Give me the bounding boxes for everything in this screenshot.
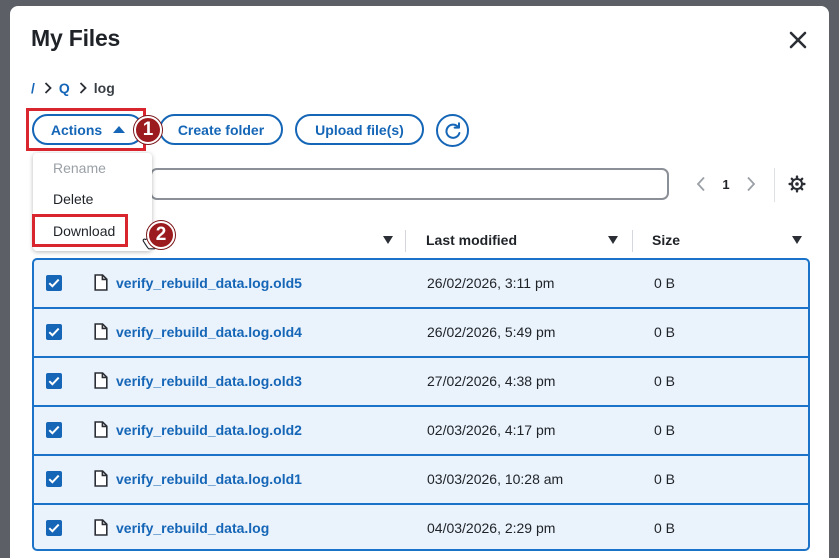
- size-cell: 0 B: [654, 422, 676, 438]
- row-checkbox[interactable]: [46, 471, 62, 487]
- last-modified-cell: 03/03/2026, 10:28 am: [427, 471, 564, 487]
- create-folder-button[interactable]: Create folder: [159, 114, 283, 145]
- breadcrumb-item-q[interactable]: Q: [59, 80, 70, 96]
- size-cell: 0 B: [654, 324, 676, 340]
- refresh-button[interactable]: [436, 114, 469, 147]
- close-icon: [789, 31, 807, 49]
- file-name-link[interactable]: verify_rebuild_data.log.old2: [116, 422, 302, 438]
- next-page-button[interactable]: [741, 174, 761, 194]
- step-2-badge: 2: [147, 221, 175, 249]
- current-page: 1: [722, 176, 730, 192]
- checkbox-checked-icon: [48, 425, 60, 435]
- file-icon: [94, 421, 108, 438]
- checkbox-checked-icon: [48, 474, 60, 484]
- checkbox-checked-icon: [48, 523, 60, 533]
- upload-files-button[interactable]: Upload file(s): [295, 114, 424, 145]
- step-1-highlight: [26, 108, 146, 151]
- last-modified-cell: 27/02/2026, 4:38 pm: [427, 373, 556, 389]
- sort-icon[interactable]: [608, 236, 618, 244]
- chevron-right-icon: [747, 176, 756, 192]
- table-row[interactable]: verify_rebuild_data.log.old4 26/02/2026,…: [34, 309, 808, 358]
- row-checkbox[interactable]: [46, 275, 62, 291]
- chevron-left-icon: [696, 176, 705, 192]
- previous-page-button[interactable]: [691, 174, 711, 194]
- size-cell: 0 B: [654, 471, 676, 487]
- column-divider: [632, 230, 633, 252]
- breadcrumb: / Q log: [31, 79, 115, 97]
- file-icon: [94, 470, 108, 487]
- table-row[interactable]: verify_rebuild_data.log 04/03/2026, 2:29…: [34, 505, 808, 549]
- breadcrumb-item-log: log: [93, 80, 115, 96]
- last-modified-cell: 26/02/2026, 3:11 pm: [427, 275, 555, 291]
- pagination: 1: [691, 174, 761, 194]
- breadcrumb-root[interactable]: /: [31, 80, 35, 96]
- gear-icon: [788, 175, 806, 193]
- size-cell: 0 B: [654, 373, 676, 389]
- chevron-right-icon: [79, 82, 87, 94]
- step-1-badge: 1: [134, 116, 162, 144]
- sort-icon[interactable]: [383, 236, 393, 244]
- close-button[interactable]: [786, 28, 810, 52]
- column-header-size[interactable]: Size: [652, 220, 680, 260]
- table-row[interactable]: verify_rebuild_data.log.old1 03/03/2026,…: [34, 456, 808, 505]
- file-name-link[interactable]: verify_rebuild_data.log.old3: [116, 373, 302, 389]
- menu-item-delete[interactable]: Delete: [53, 191, 93, 207]
- checkbox-checked-icon: [48, 327, 60, 337]
- row-checkbox[interactable]: [46, 422, 62, 438]
- menu-item-rename: Rename: [53, 160, 106, 176]
- upload-label: Upload file(s): [315, 121, 404, 138]
- file-table-body: verify_rebuild_data.log.old5 26/02/2026,…: [32, 258, 810, 551]
- size-cell: 0 B: [654, 275, 676, 291]
- row-checkbox[interactable]: [46, 373, 62, 389]
- pager-divider: [774, 168, 775, 202]
- checkbox-checked-icon: [48, 376, 60, 386]
- file-icon: [94, 274, 108, 291]
- table-row[interactable]: verify_rebuild_data.log.old2 02/03/2026,…: [34, 407, 808, 456]
- last-modified-cell: 02/03/2026, 4:17 pm: [427, 422, 556, 438]
- sort-icon[interactable]: [792, 236, 802, 244]
- file-icon: [94, 323, 108, 340]
- table-settings-button[interactable]: [787, 174, 807, 194]
- file-icon: [94, 519, 108, 536]
- table-row[interactable]: verify_rebuild_data.log.old3 27/02/2026,…: [34, 358, 808, 407]
- file-name-link[interactable]: verify_rebuild_data.log.old5: [116, 275, 302, 291]
- last-modified-cell: 04/03/2026, 2:29 pm: [427, 520, 556, 536]
- file-name-link[interactable]: verify_rebuild_data.log: [116, 520, 269, 536]
- file-name-link[interactable]: verify_rebuild_data.log.old4: [116, 324, 302, 340]
- chevron-right-icon: [44, 82, 52, 94]
- refresh-icon: [444, 121, 460, 139]
- column-header-modified[interactable]: Last modified: [426, 220, 517, 260]
- checkbox-checked-icon: [48, 278, 60, 288]
- last-modified-cell: 26/02/2026, 5:49 pm: [427, 324, 556, 340]
- row-checkbox[interactable]: [46, 520, 62, 536]
- file-name-link[interactable]: verify_rebuild_data.log.old1: [116, 471, 302, 487]
- size-cell: 0 B: [654, 520, 676, 536]
- search-input[interactable]: [150, 168, 669, 200]
- dialog-title: My Files: [31, 25, 121, 51]
- step-2-highlight: [32, 214, 128, 247]
- my-files-dialog: My Files / Q log Actions Create folder U…: [10, 6, 829, 558]
- table-row[interactable]: verify_rebuild_data.log.old5 26/02/2026,…: [34, 260, 808, 309]
- column-divider: [405, 230, 406, 252]
- file-icon: [94, 372, 108, 389]
- create-folder-label: Create folder: [177, 121, 265, 138]
- row-checkbox[interactable]: [46, 324, 62, 340]
